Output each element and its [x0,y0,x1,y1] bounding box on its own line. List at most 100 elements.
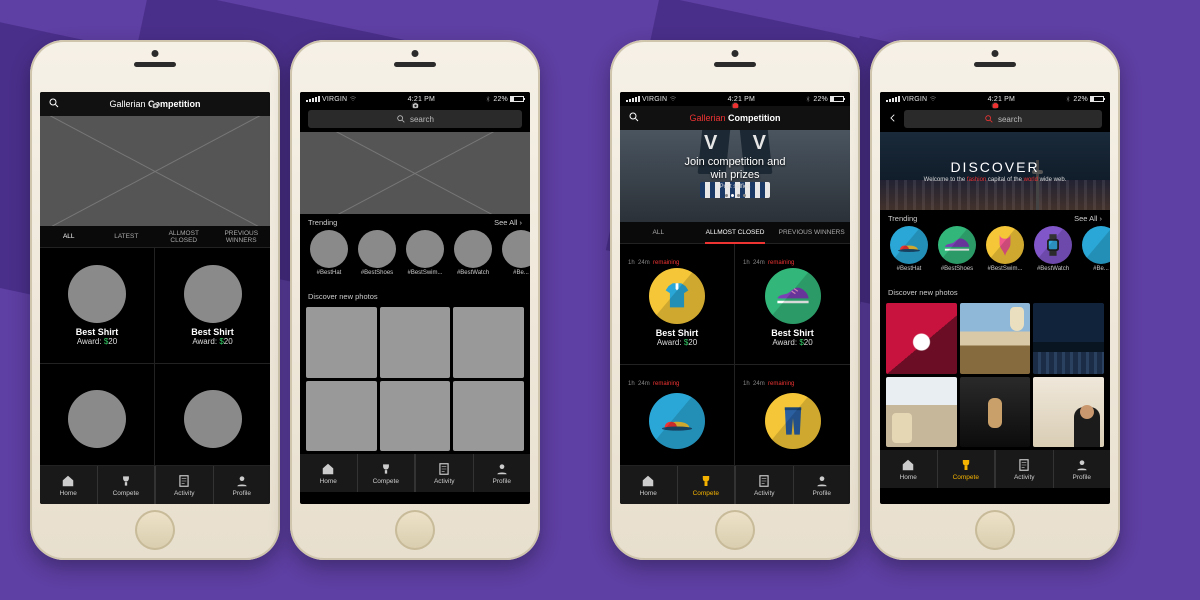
hero-banner[interactable]: V V Join competition and win prizes Post… [620,130,850,222]
tab-compete[interactable]: Compete [938,450,995,488]
battery-icon [830,96,844,102]
screen-discover-wireframe: VIRGIN 4:21 PM 22% search Trending See A… [300,92,530,504]
carousel-dots[interactable] [725,194,746,197]
photo-tile[interactable] [453,381,524,452]
hero-line-1: Join competition and [685,156,786,169]
tab-activity[interactable]: Activity [416,454,473,492]
tab-compete[interactable]: Compete [358,454,415,492]
discover-grid [880,300,1110,450]
photo-tile[interactable] [886,303,957,374]
photo-tile[interactable] [306,381,377,452]
trending-chip[interactable]: #BestShoes [936,226,978,284]
search-icon [396,114,406,124]
photo-tile[interactable] [960,377,1031,448]
trending-chip[interactable]: #Be... [500,230,530,288]
photo-tile[interactable] [306,307,377,378]
tab-latest[interactable]: LATEST [98,226,156,247]
competition-card[interactable]: 1h 24m remaining Best Shirt Award: $20 [735,244,850,365]
tab-activity[interactable]: Activity [736,466,793,504]
tab-profile[interactable]: Profile [474,454,531,492]
product-award: Award: $20 [772,338,812,347]
photo-tile[interactable] [453,307,524,378]
bluetooth-icon [485,95,491,103]
photo-tile[interactable] [380,381,451,452]
tab-profile[interactable]: Profile [1054,450,1111,488]
competition-card[interactable] [155,364,270,467]
see-all-link[interactable]: See All › [1074,214,1102,223]
trending-chip[interactable]: #Be... [1080,226,1110,284]
product-image-placeholder [184,390,242,448]
countdown: 1h 24m remaining [620,260,679,266]
tab-activity[interactable]: Activity [996,450,1053,488]
chevron-left-icon [888,113,898,123]
bluetooth-icon [1065,95,1071,103]
photo-tile[interactable] [1033,303,1104,374]
chip-icon [454,230,492,268]
photo-tile[interactable] [960,303,1031,374]
tab-bar: Home Compete Activity Profile [620,466,850,504]
search-icon[interactable] [48,97,60,111]
tab-compete[interactable]: Compete [98,466,155,504]
product-image-placeholder [68,265,126,323]
hero-placeholder [40,116,270,226]
section-header-discover: Discover new photos [300,288,530,304]
tab-activity[interactable]: Activity [156,466,213,504]
tab-camera[interactable] [152,102,159,109]
tab-previous-winners[interactable]: PREVIOUS WINNERS [773,222,850,243]
tab-compete[interactable]: Compete [678,466,735,504]
search-input[interactable]: search [904,110,1102,128]
wifi-icon [669,95,677,103]
competition-card[interactable]: 1h 24m remaining [735,365,850,467]
competition-card[interactable]: 1h 24m remaining Best Shirt Award: $20 [620,244,735,365]
hero-banner[interactable]: DISCOVER Welcome to the fashion capital … [880,132,1110,210]
photo-tile[interactable] [380,307,451,378]
tab-camera[interactable] [992,102,999,109]
tab-home[interactable]: Home [300,454,357,492]
search-input[interactable]: search [308,110,522,128]
hero-title: DISCOVER [950,159,1039,175]
tab-almost-closed[interactable]: ALLMOST CLOSED [697,222,774,243]
hero-subtitle: Welcome to the fashion capital of the wo… [924,177,1067,183]
hero-sub: Post selfies [720,184,751,190]
competition-card[interactable]: 1h 24m remaining [620,365,735,467]
competition-card[interactable] [40,364,155,467]
section-header-trending: Trending See All › [880,210,1110,226]
trending-strip[interactable]: #BestHat #BestShoes #BestSwim... #BestWa… [300,230,530,288]
trending-chip[interactable]: #BestHat [308,230,350,288]
tab-all[interactable]: ALL [40,226,98,247]
bluetooth-icon [805,95,811,103]
trending-chip[interactable]: #BestWatch [1032,226,1074,284]
photo-tile[interactable] [1033,377,1104,448]
tab-camera[interactable] [732,102,739,109]
trending-chip[interactable]: #BestShoes [356,230,398,288]
tab-home[interactable]: Home [620,466,677,504]
tab-profile[interactable]: Profile [214,466,271,504]
tab-all[interactable]: ALL [620,222,697,243]
product-name: Best Shirt [771,328,814,338]
screen-discover-color: VIRGIN 4:21 PM 22% search DI [880,92,1110,504]
trending-chip[interactable]: #BestSwim... [984,226,1026,284]
competition-grid: Best Shirt Award: $20 Best Shirt Award: … [40,248,270,466]
wifi-icon [929,95,937,103]
trending-strip[interactable]: #BestHat #BestShoes #BestSwim... #BestWa… [880,226,1110,284]
tab-almost-closed[interactable]: ALLMOST CLOSED [155,226,213,247]
filter-tabs: ALL ALLMOST CLOSED PREVIOUS WINNERS [620,222,850,244]
back-button[interactable] [888,113,898,125]
search-icon[interactable] [628,111,640,125]
product-image-placeholder [184,265,242,323]
photo-tile[interactable] [886,377,957,448]
trending-chip[interactable]: #BestWatch [452,230,494,288]
tab-home[interactable]: Home [40,466,97,504]
screen-compete-color: VIRGIN 4:21 PM 22% Gallerian Competition [620,92,850,504]
tab-previous-winners[interactable]: PREVIOUS WINNERS [213,226,271,247]
tab-camera[interactable] [412,102,419,109]
trending-chip[interactable]: #BestSwim... [404,230,446,288]
tab-profile[interactable]: Profile [794,466,851,504]
tab-bar: Home Compete Activity Profile [880,450,1110,488]
trending-chip[interactable]: #BestHat [888,226,930,284]
product-image [765,393,821,449]
tab-home[interactable]: Home [880,450,937,488]
competition-card[interactable]: Best Shirt Award: $20 [40,248,155,364]
see-all-link[interactable]: See All › [494,218,522,227]
competition-card[interactable]: Best Shirt Award: $20 [155,248,270,364]
